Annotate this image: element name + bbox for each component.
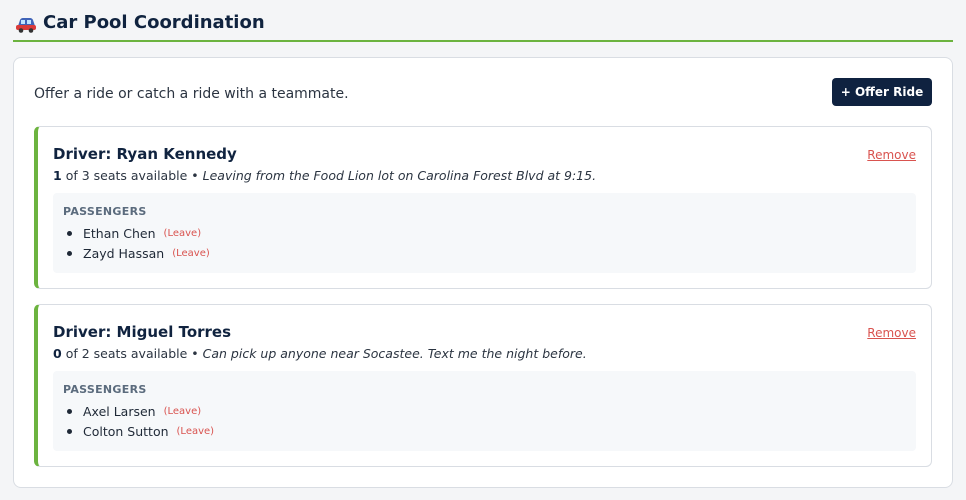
bullet-icon <box>67 408 72 414</box>
passengers-title: PASSENGERS <box>63 205 147 218</box>
remove-ride-link[interactable]: Remove <box>867 326 916 340</box>
ride-note: Leaving from the Food Lion lot on Caroli… <box>202 168 597 183</box>
ride-meta: 1 of 3 seats available • Leaving from th… <box>53 168 596 183</box>
leave-link[interactable]: (Leave) <box>164 228 202 239</box>
bullet-icon <box>67 428 72 434</box>
driver-name: Driver: Ryan Kennedy <box>53 145 237 163</box>
passenger-item: Axel Larsen (Leave) <box>67 401 214 421</box>
passenger-item: Ethan Chen (Leave) <box>67 223 210 243</box>
intro-text: Offer a ride or catch a ride with a team… <box>34 86 349 102</box>
leave-link[interactable]: (Leave) <box>177 426 215 437</box>
passenger-name: Axel Larsen <box>83 403 156 419</box>
carpool-panel: Offer a ride or catch a ride with a team… <box>13 57 953 488</box>
passenger-item: Zayd Hassan (Leave) <box>67 243 210 263</box>
seats-text: of 2 seats available • <box>65 346 199 361</box>
passenger-list: Axel Larsen (Leave) Colton Sutton (Leave… <box>67 401 214 441</box>
passenger-list: Ethan Chen (Leave) Zayd Hassan (Leave) <box>67 223 210 263</box>
passengers-section: PASSENGERS Ethan Chen (Leave) Zayd Hassa… <box>53 193 916 273</box>
bullet-icon <box>67 230 72 236</box>
passenger-name: Colton Sutton <box>83 423 169 439</box>
page-header: Car Pool Coordination <box>13 8 953 42</box>
seats-text: of 3 seats available • <box>65 168 199 183</box>
leave-link[interactable]: (Leave) <box>164 406 202 417</box>
ride-note: Can pick up anyone near Socastee. Text m… <box>202 346 587 361</box>
seats-available-count: 0 <box>53 346 62 361</box>
seats-available-count: 1 <box>53 168 62 183</box>
ride-meta: 0 of 2 seats available • Can pick up any… <box>53 346 587 361</box>
ride-card: Driver: Ryan Kennedy Remove 1 of 3 seats… <box>34 126 932 289</box>
remove-ride-link[interactable]: Remove <box>867 148 916 162</box>
passenger-name: Ethan Chen <box>83 225 156 241</box>
passengers-section: PASSENGERS Axel Larsen (Leave) Colton Su… <box>53 371 916 451</box>
passenger-name: Zayd Hassan <box>83 245 165 261</box>
page: Car Pool Coordination Offer a ride or ca… <box>0 0 966 500</box>
offer-ride-button[interactable]: + Offer Ride <box>832 78 932 106</box>
car-icon <box>16 18 36 33</box>
passengers-title: PASSENGERS <box>63 383 147 396</box>
leave-link[interactable]: (Leave) <box>172 248 210 259</box>
driver-name: Driver: Miguel Torres <box>53 323 232 341</box>
passenger-item: Colton Sutton (Leave) <box>67 421 214 441</box>
ride-card: Driver: Miguel Torres Remove 0 of 2 seat… <box>34 304 932 467</box>
bullet-icon <box>67 250 72 256</box>
page-title: Car Pool Coordination <box>43 12 265 33</box>
